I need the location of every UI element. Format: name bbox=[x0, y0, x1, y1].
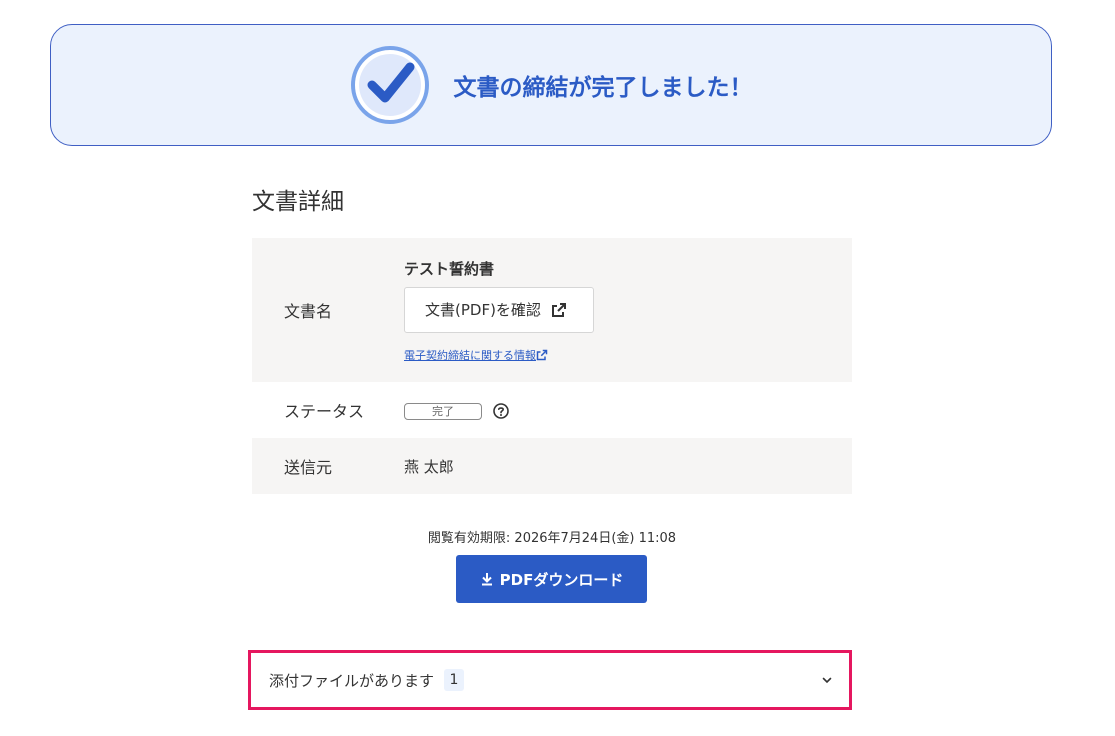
pdf-download-label: PDFダウンロード bbox=[499, 570, 624, 589]
completion-banner: 文書の締結が完了しました！ bbox=[50, 24, 1052, 146]
confirm-pdf-label: 文書(PDF)を確認 bbox=[425, 301, 541, 319]
view-deadline: 閲覧有効期限: 2026年7月24日(金) 11:08 bbox=[427, 531, 677, 546]
chevron-down-icon bbox=[822, 677, 832, 684]
sender-value: 燕 太郎 bbox=[404, 457, 454, 476]
page-title: 文書詳細 bbox=[252, 189, 344, 215]
completion-message: 文書の締結が完了しました！ bbox=[453, 75, 753, 101]
esign-info-link[interactable]: 電子契約締結に関する情報 bbox=[404, 347, 548, 363]
esign-info-label: 電子契約締結に関する情報 bbox=[404, 348, 536, 362]
status-row: ステータス 完了 bbox=[252, 382, 852, 438]
pdf-download-button[interactable]: PDFダウンロード bbox=[456, 555, 647, 603]
status-value: 完了 bbox=[404, 401, 852, 420]
attachments-count-badge: 1 bbox=[444, 669, 465, 691]
confirm-pdf-button[interactable]: 文書(PDF)を確認 bbox=[404, 286, 594, 333]
document-name-value: テスト誓約書 文書(PDF)を確認 電子契約締結に関する情報 bbox=[404, 258, 852, 363]
check-circle-icon bbox=[350, 46, 429, 124]
document-details: 文書名 テスト誓約書 文書(PDF)を確認 電子契約締結に関する情報 ステータス… bbox=[252, 238, 852, 494]
help-circle-icon[interactable] bbox=[493, 403, 509, 419]
attachments-accordion[interactable]: 添付ファイルがあります 1 bbox=[248, 650, 852, 710]
download-icon bbox=[481, 573, 492, 586]
sender-row: 送信元 燕 太郎 bbox=[252, 438, 852, 494]
external-link-icon bbox=[551, 302, 566, 317]
document-name-label: 文書名 bbox=[284, 302, 333, 321]
sender-label: 送信元 bbox=[284, 458, 333, 477]
external-link-icon bbox=[536, 349, 548, 360]
status-label: ステータス bbox=[284, 402, 365, 421]
document-name-row: 文書名 テスト誓約書 文書(PDF)を確認 電子契約締結に関する情報 bbox=[252, 238, 852, 382]
attachments-label: 添付ファイルがあります bbox=[269, 671, 435, 690]
document-title: テスト誓約書 bbox=[404, 259, 495, 278]
status-badge: 完了 bbox=[404, 402, 482, 420]
